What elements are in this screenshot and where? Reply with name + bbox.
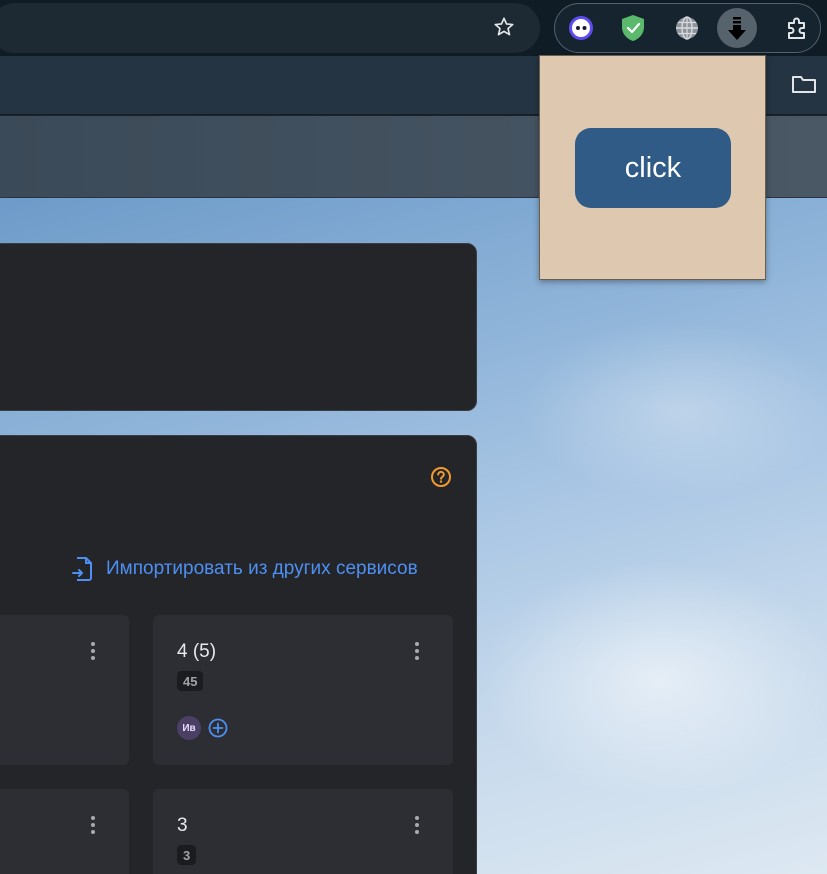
card-title: 4 (5) xyxy=(177,641,217,662)
folder-icon[interactable] xyxy=(790,70,818,98)
more-options-icon[interactable] xyxy=(83,637,103,665)
file-import-icon xyxy=(72,557,92,581)
download-arrow-extension-icon[interactable] xyxy=(717,8,757,48)
board-card[interactable]: 4 (5) 45 Ив xyxy=(153,615,453,765)
address-bar[interactable] xyxy=(0,3,540,53)
import-link[interactable]: Импортировать из других сервисов xyxy=(70,555,418,583)
cat-face-extension-icon[interactable] xyxy=(561,8,601,48)
more-options-icon[interactable] xyxy=(407,637,427,665)
extension-popup: click xyxy=(539,55,766,280)
browser-toolbar xyxy=(0,0,827,56)
top-panel xyxy=(0,243,477,411)
star-icon[interactable] xyxy=(489,12,519,42)
help-icon[interactable] xyxy=(430,466,452,488)
click-button[interactable]: click xyxy=(575,128,731,208)
card-count-badge: 3 xyxy=(177,845,197,865)
puzzle-extensions-icon[interactable] xyxy=(777,8,817,48)
more-options-icon[interactable] xyxy=(83,811,103,839)
add-member-icon[interactable] xyxy=(208,718,228,738)
globe-extension-icon[interactable] xyxy=(667,8,707,48)
card-count-badge: 45 xyxy=(177,671,204,691)
board-card[interactable] xyxy=(0,615,129,765)
background-cloud xyxy=(520,320,827,500)
import-label: Импортировать из других сервисов xyxy=(106,558,418,579)
card-title: 3 xyxy=(177,815,188,836)
avatar[interactable]: Ив xyxy=(177,716,201,740)
extensions-area xyxy=(554,3,821,53)
board-card[interactable] xyxy=(0,789,129,874)
background-cloud xyxy=(480,560,827,800)
more-options-icon[interactable] xyxy=(407,811,427,839)
board-card[interactable]: 3 3 xyxy=(153,789,453,874)
shield-check-extension-icon[interactable] xyxy=(613,8,653,48)
